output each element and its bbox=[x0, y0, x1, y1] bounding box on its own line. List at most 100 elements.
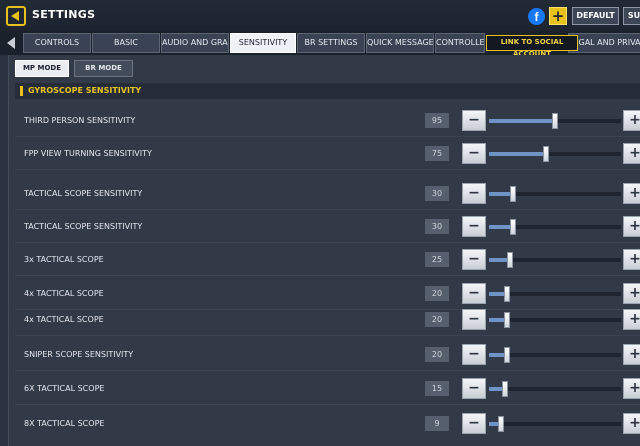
sensitivity-value[interactable]: 15 bbox=[425, 381, 449, 396]
sensitivity-row: FPP VIEW TURNING SENSITIVITY 75− + bbox=[15, 139, 640, 169]
sensitivity-slider[interactable] bbox=[489, 416, 621, 432]
tab-audio-graphics[interactable]: AUDIO AND GRAPHICS bbox=[161, 33, 229, 53]
sensitivity-slider[interactable] bbox=[489, 286, 621, 302]
increase-button[interactable]: + bbox=[623, 283, 640, 304]
sensitivity-row: 3x TACTICAL SCOPE 25− + bbox=[15, 245, 640, 275]
decrease-button[interactable]: − bbox=[462, 143, 486, 164]
cutoff-top-button[interactable]: SU bbox=[623, 7, 640, 25]
sensitivity-slider[interactable] bbox=[489, 186, 621, 202]
mode-tab-mp[interactable]: MP MODE bbox=[15, 60, 69, 77]
increase-button[interactable]: + bbox=[623, 183, 640, 204]
decrease-button[interactable]: − bbox=[462, 249, 486, 270]
row-divider bbox=[15, 275, 640, 276]
sensitivity-row: TACTICAL SCOPE SENSITIVITY 30− + bbox=[15, 212, 640, 242]
tab-controls[interactable]: CONTROLS bbox=[23, 33, 91, 53]
mode-tab-br[interactable]: BR MODE bbox=[74, 60, 133, 77]
sensitivity-row: TACTICAL SCOPE SENSITIVITY 30− + bbox=[15, 179, 640, 209]
tab-scroll-left-icon[interactable] bbox=[7, 37, 15, 49]
slider-handle[interactable] bbox=[502, 381, 508, 397]
tab-sensitivity[interactable]: SENSITIVITY bbox=[230, 33, 296, 53]
slider-handle[interactable] bbox=[510, 219, 516, 235]
sensitivity-label: SNIPER SCOPE SENSITIVITY bbox=[24, 350, 134, 359]
increase-button[interactable]: + bbox=[623, 216, 640, 237]
decrease-button[interactable]: − bbox=[462, 378, 486, 399]
decrease-button[interactable]: − bbox=[462, 309, 486, 330]
sensitivity-row: 4x TACTICAL SCOPE 20− + bbox=[15, 305, 640, 335]
sensitivity-value[interactable]: 20 bbox=[425, 286, 449, 301]
top-bar: SETTINGS f + DEFAULT SU bbox=[0, 0, 640, 31]
decrease-button[interactable]: − bbox=[462, 183, 486, 204]
increase-button[interactable]: + bbox=[623, 344, 640, 365]
gyroscope-section-header: GYROSCOPE SENSITIVITY bbox=[15, 83, 640, 99]
sensitivity-row: SNIPER SCOPE SENSITIVITY 20− + bbox=[15, 340, 640, 370]
sensitivity-slider[interactable] bbox=[489, 219, 621, 235]
link-social-tooltip: LINK TO SOCIAL ACCOUNT bbox=[486, 35, 578, 58]
sensitivity-value[interactable]: 30 bbox=[425, 219, 449, 234]
decrease-button[interactable]: − bbox=[462, 216, 486, 237]
add-social-button[interactable]: + bbox=[549, 7, 567, 25]
tab-br-settings[interactable]: BR SETTINGS bbox=[297, 33, 365, 53]
sensitivity-label: TACTICAL SCOPE SENSITIVITY bbox=[24, 189, 143, 198]
increase-button[interactable]: + bbox=[623, 413, 640, 434]
slider-handle[interactable] bbox=[504, 286, 510, 302]
sensitivity-label: 4x TACTICAL SCOPE bbox=[24, 289, 104, 298]
tab-controller[interactable]: CONTROLLE bbox=[435, 33, 485, 53]
increase-button[interactable]: + bbox=[623, 143, 640, 164]
sensitivity-value[interactable]: 75 bbox=[425, 146, 449, 161]
sensitivity-label: 3x TACTICAL SCOPE bbox=[24, 255, 104, 264]
row-divider bbox=[15, 169, 640, 170]
facebook-icon[interactable]: f bbox=[528, 8, 545, 25]
slider-handle[interactable] bbox=[552, 113, 558, 129]
sensitivity-slider[interactable] bbox=[489, 312, 621, 328]
sensitivity-value[interactable]: 20 bbox=[425, 312, 449, 327]
slider-handle[interactable] bbox=[543, 146, 549, 162]
sensitivity-value[interactable]: 20 bbox=[425, 347, 449, 362]
sensitivity-row: THIRD PERSON SENSITIVITY 95− + bbox=[15, 106, 640, 136]
sensitivity-value[interactable]: 95 bbox=[425, 113, 449, 128]
row-divider bbox=[15, 370, 640, 371]
sensitivity-label: TACTICAL SCOPE SENSITIVITY bbox=[24, 222, 143, 231]
sensitivity-slider[interactable] bbox=[489, 146, 621, 162]
slider-fill bbox=[489, 152, 546, 156]
sensitivity-value[interactable]: 25 bbox=[425, 252, 449, 267]
tab-legal-privacy[interactable]: LEGAL AND PRIVACY bbox=[568, 33, 640, 53]
sensitivity-label: 8X TACTICAL SCOPE bbox=[24, 419, 105, 428]
increase-button[interactable]: + bbox=[623, 110, 640, 131]
sensitivity-slider[interactable] bbox=[489, 347, 621, 363]
tab-basic[interactable]: BASIC bbox=[92, 33, 160, 53]
sensitivity-value[interactable]: 30 bbox=[425, 186, 449, 201]
sensitivity-label: THIRD PERSON SENSITIVITY bbox=[24, 116, 136, 125]
sensitivity-slider[interactable] bbox=[489, 113, 621, 129]
decrease-button[interactable]: − bbox=[462, 344, 486, 365]
slider-handle[interactable] bbox=[504, 312, 510, 328]
row-divider bbox=[15, 136, 640, 137]
sensitivity-slider[interactable] bbox=[489, 252, 621, 268]
section-marker bbox=[20, 86, 23, 96]
row-divider bbox=[15, 335, 640, 336]
default-button[interactable]: DEFAULT bbox=[572, 7, 619, 25]
back-arrow-icon[interactable] bbox=[6, 6, 26, 26]
slider-handle[interactable] bbox=[504, 347, 510, 363]
page-title: SETTINGS bbox=[32, 8, 96, 21]
increase-button[interactable]: + bbox=[623, 309, 640, 330]
sensitivity-label: 4x TACTICAL SCOPE bbox=[24, 315, 104, 324]
tab-quick-message[interactable]: QUICK MESSAGE bbox=[366, 33, 434, 53]
slider-handle[interactable] bbox=[507, 252, 513, 268]
slider-handle[interactable] bbox=[510, 186, 516, 202]
decrease-button[interactable]: − bbox=[462, 413, 486, 434]
sensitivity-label: FPP VIEW TURNING SENSITIVITY bbox=[24, 149, 152, 158]
decrease-button[interactable]: − bbox=[462, 283, 486, 304]
slider-handle[interactable] bbox=[498, 416, 504, 432]
row-divider bbox=[15, 242, 640, 243]
sensitivity-slider[interactable] bbox=[489, 381, 621, 397]
row-divider bbox=[15, 404, 640, 405]
increase-button[interactable]: + bbox=[623, 249, 640, 270]
sensitivity-value[interactable]: 9 bbox=[425, 416, 449, 431]
increase-button[interactable]: + bbox=[623, 378, 640, 399]
decrease-button[interactable]: − bbox=[462, 110, 486, 131]
slider-fill bbox=[489, 119, 555, 123]
sensitivity-row: 6X TACTICAL SCOPE 15− + bbox=[15, 374, 640, 404]
sensitivity-label: 6X TACTICAL SCOPE bbox=[24, 384, 105, 393]
section-title: GYROSCOPE SENSITIVITY bbox=[28, 86, 142, 95]
sensitivity-row: 8X TACTICAL SCOPE 9− + bbox=[15, 409, 640, 439]
